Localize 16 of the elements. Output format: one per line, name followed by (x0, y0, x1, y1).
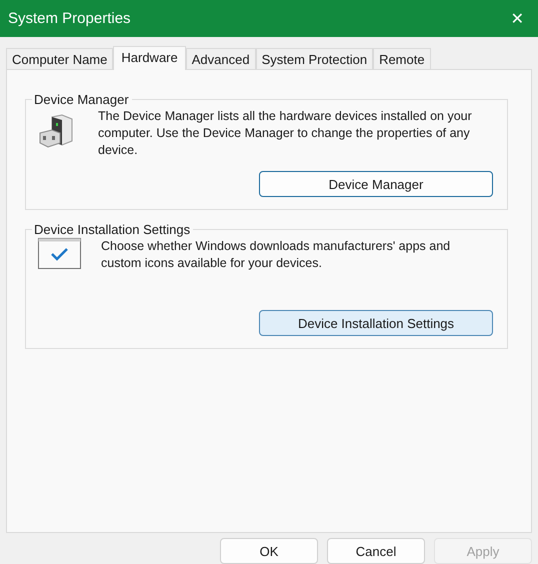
tab[interactable]: System Protection (256, 48, 374, 69)
description-text: Choose whether Windows downloads manufacturers' apps and custom icons available for your devices. (101, 238, 452, 272)
dialog-button[interactable]: OK (220, 538, 318, 564)
tab[interactable]: Remote (373, 48, 431, 69)
group-title: Device Installation Settings (33, 222, 192, 237)
checkmark-window-icon (38, 238, 81, 269)
window-title: System Properties (8, 10, 131, 27)
dialog-button[interactable]: Cancel (327, 538, 425, 564)
description-text: The Device Manager lists all the hardware devices installed on your computer. Use the Device Manager to change the properties of any device. (98, 108, 473, 159)
close-button[interactable]: ✕ (506, 9, 528, 28)
tab[interactable]: Computer Name (6, 48, 114, 69)
action-button[interactable]: Device Installation Settings (259, 310, 493, 336)
tab[interactable]: Hardware (113, 46, 186, 70)
action-button[interactable]: Device Manager (259, 171, 493, 197)
tab[interactable]: Advanced (186, 48, 256, 69)
group-title: Device Manager (33, 92, 130, 107)
